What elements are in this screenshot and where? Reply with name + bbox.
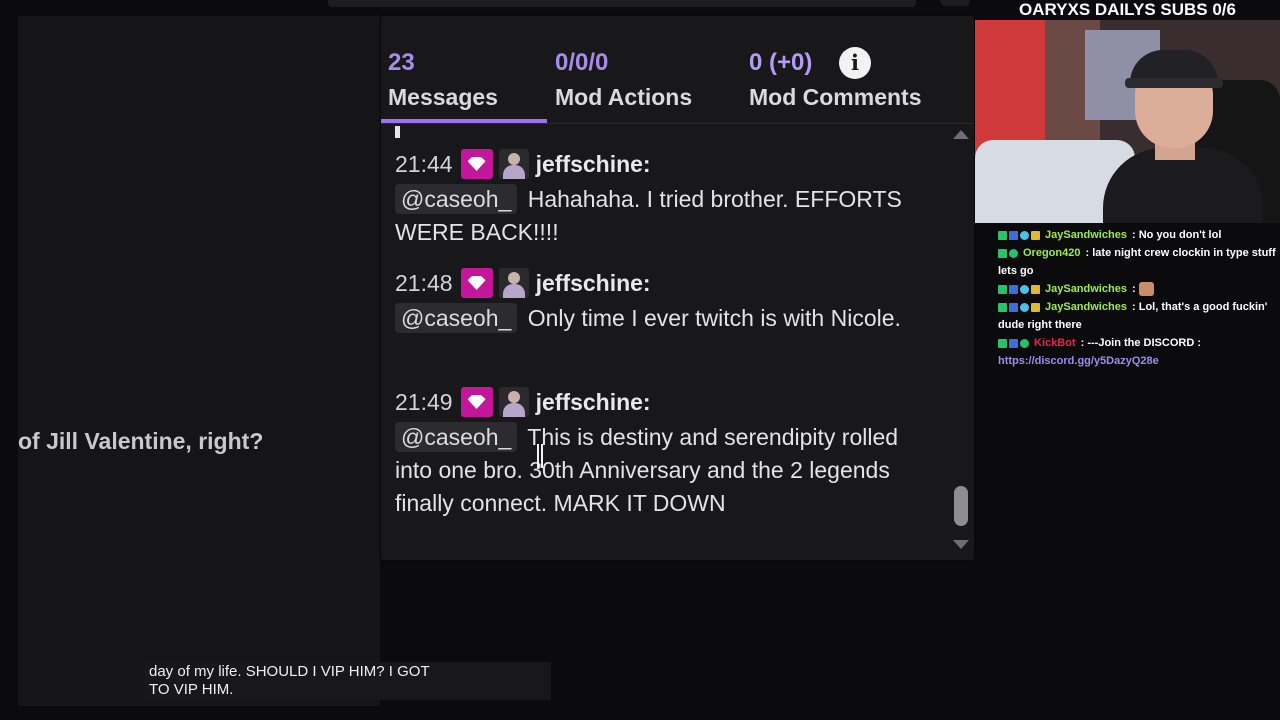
scrollbar-thumb[interactable] <box>954 486 968 526</box>
stream-screen: of Jill Valentine, right? 23 Messages 0/… <box>0 0 1280 720</box>
chat-badges <box>998 226 1042 244</box>
gem-badge-icon <box>460 268 493 298</box>
crown-badge-icon <box>1031 230 1040 240</box>
gift-badge-icon <box>1020 230 1029 240</box>
chat-line: JaySandwiches : No you don't lol <box>998 226 1276 244</box>
stream-chat-overlay: JaySandwiches : No you don't lol Oregon4… <box>998 226 1276 370</box>
chat-separator: : <box>1077 337 1088 350</box>
subs-goal-header: OARYXS DAILYS SUBS 0/6 <box>1019 0 1236 19</box>
chat-badges <box>998 334 1031 352</box>
message-header: 21:44 jeffschine: <box>395 146 940 182</box>
message-item: 21:44 jeffschine: @caseoh_ Hahahaha. I t… <box>395 146 940 249</box>
emote-icon <box>1138 282 1154 297</box>
chat-badges <box>998 298 1042 316</box>
chat-badges <box>998 280 1042 298</box>
tab-mod-actions[interactable]: 0/0/0 Mod Actions <box>555 46 692 114</box>
message-list: 21:44 jeffschine: @caseoh_ Hahahaha. I t… <box>381 124 946 554</box>
gift-badge-icon <box>1020 302 1029 312</box>
kick-badge-icon <box>998 284 1007 294</box>
info-icon[interactable]: i <box>839 47 871 79</box>
message-body: @caseoh_ This is destiny and serendipity… <box>395 421 940 520</box>
sub-badge-icon <box>1009 230 1018 240</box>
message-username[interactable]: jeffschine: <box>536 151 651 178</box>
text-cursor-icon <box>537 444 543 468</box>
messages-label: Messages <box>388 84 498 110</box>
messages-count: 23 <box>388 49 415 76</box>
sub-badge-icon <box>1009 284 1018 294</box>
sub-badge-icon <box>1009 302 1018 312</box>
viewer-card: 23 Messages 0/0/0 Mod Actions 0 (+0) Mod… <box>381 16 974 560</box>
left-caption: of Jill Valentine, right? <box>18 428 264 454</box>
chat-username[interactable]: JaySandwiches <box>1045 229 1127 241</box>
kick-badge-icon <box>998 339 1007 349</box>
gem-badge-icon <box>460 387 493 417</box>
crown-badge-icon <box>1031 284 1040 294</box>
mention[interactable]: @caseoh_ <box>395 422 518 452</box>
message-header: 21:49 jeffschine: <box>395 384 940 420</box>
message-text: Only time I ever twitch is with Nicole. <box>527 305 901 331</box>
message-item: 21:49 jeffschine: @caseoh_ This is desti… <box>395 384 940 520</box>
scroll-up-arrow-icon[interactable] <box>953 130 969 139</box>
sub-badge-icon <box>1009 339 1018 349</box>
clipped-text-fragment <box>395 126 400 138</box>
verified-badge-icon <box>1009 248 1018 258</box>
kick-badge-icon <box>998 248 1007 258</box>
gem-badge-icon <box>460 149 493 179</box>
message-username[interactable]: jeffschine: <box>536 270 651 297</box>
scroll-down-arrow-icon[interactable] <box>953 540 969 549</box>
chat-text: ---Join the DISCORD : <box>1087 337 1202 350</box>
chat-username[interactable]: JaySandwiches <box>1045 283 1127 295</box>
chat-line: JaySandwiches : <box>998 280 1276 298</box>
top-dot <box>940 0 970 6</box>
kick-badge-icon <box>998 230 1007 240</box>
discord-link[interactable]: https://discord.gg/y5DazyQ28e <box>998 355 1159 367</box>
tab-mod-comments[interactable]: 0 (+0) Mod Comments <box>749 46 922 114</box>
gift-badge-icon <box>1020 284 1029 294</box>
left-panel <box>18 16 380 706</box>
message-time: 21:48 <box>395 269 453 296</box>
webcam-feed <box>975 20 1280 223</box>
mention[interactable]: @caseoh_ <box>395 303 518 333</box>
chat-username[interactable]: KickBot <box>1034 337 1076 349</box>
chat-line: Oregon420 : late night crew clockin in t… <box>998 244 1276 280</box>
chat-line: KickBot : ---Join the DISCORD : https://d… <box>998 334 1276 370</box>
chat-separator: : <box>1128 283 1139 296</box>
mod-comments-label: Mod Comments <box>749 84 922 110</box>
avatar-badge-icon <box>498 149 529 179</box>
chat-separator: : <box>1128 229 1139 241</box>
message-time: 21:44 <box>395 150 453 177</box>
verified-badge-icon <box>1020 339 1029 349</box>
subtitle-caption: day of my life. SHOULD I VIP HIM? I GOT … <box>145 662 551 700</box>
chat-text: No you don't lol <box>1138 229 1222 241</box>
message-body: @caseoh_ Only time I ever twitch is with… <box>395 302 940 335</box>
mention[interactable]: @caseoh_ <box>395 184 518 214</box>
webcam-streamer-cap-brim <box>1125 78 1223 88</box>
mod-comments-count: 0 (+0) <box>749 49 813 76</box>
chat-separator: : <box>1128 301 1139 314</box>
chat-badges <box>998 244 1020 262</box>
message-time: 21:49 <box>395 388 453 415</box>
subtitle-line: day of my life. SHOULD I VIP HIM? I GOT <box>149 663 430 680</box>
chat-line: JaySandwiches : Lol, that's a good fucki… <box>998 298 1276 334</box>
top-bar <box>328 0 916 7</box>
subtitle-line: TO VIP HIM. <box>149 681 234 698</box>
avatar-badge-icon <box>498 387 529 417</box>
mod-actions-count: 0/0/0 <box>555 49 609 76</box>
message-header: 21:48 jeffschine: <box>395 265 940 301</box>
kick-badge-icon <box>998 302 1007 312</box>
avatar-badge-icon <box>498 268 529 298</box>
chat-username[interactable]: Oregon420 <box>1023 247 1080 259</box>
message-item: 21:48 jeffschine: @caseoh_ Only time I e… <box>395 265 940 335</box>
message-username[interactable]: jeffschine: <box>536 389 651 416</box>
tab-messages[interactable]: 23 Messages <box>388 46 498 114</box>
chat-username[interactable]: JaySandwiches <box>1045 301 1127 313</box>
message-body: @caseoh_ Hahahaha. I tried brother. EFFO… <box>395 183 940 249</box>
chat-separator: : <box>1082 247 1093 260</box>
crown-badge-icon <box>1031 302 1040 312</box>
mod-actions-label: Mod Actions <box>555 84 693 110</box>
